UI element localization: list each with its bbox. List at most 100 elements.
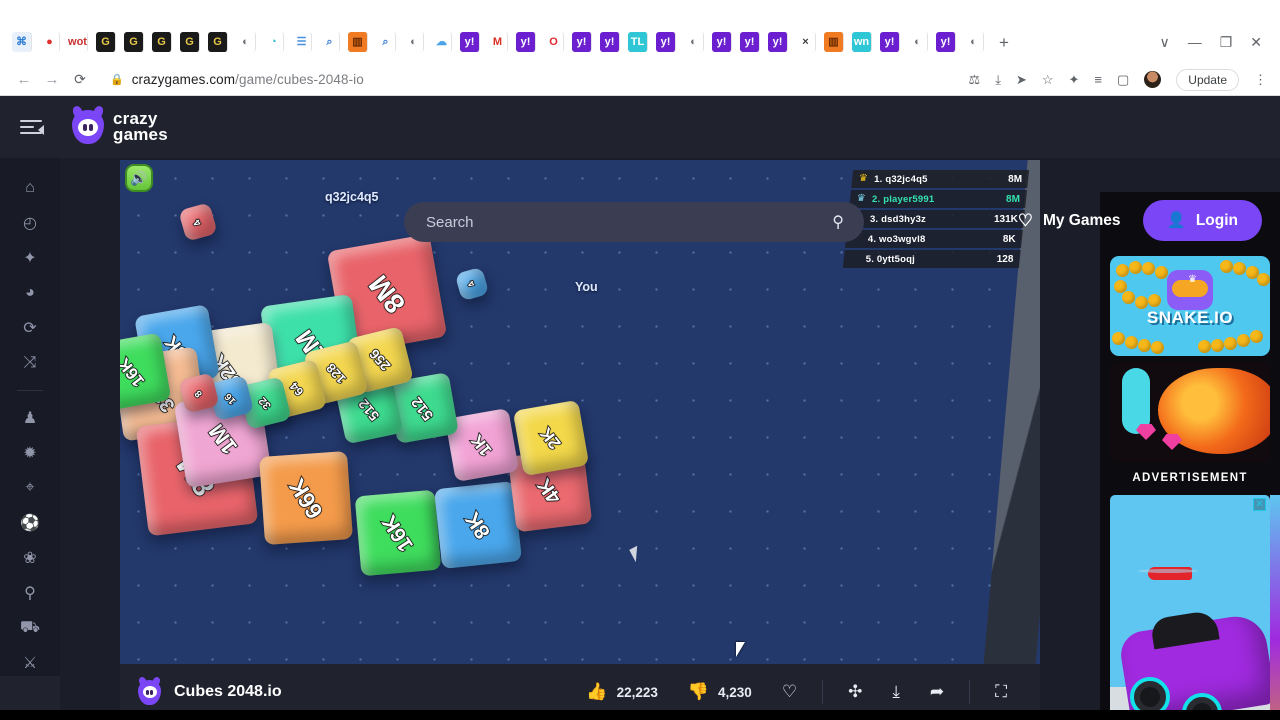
tab-yahoo-4[interactable]: y! [600,32,620,52]
tab-orange-app-2[interactable]: ▥ [824,32,844,52]
search-icon[interactable]: ⚲ [832,212,844,232]
dislike-button[interactable]: 👎 4,230 [673,682,767,702]
forward-icon[interactable]: → [38,71,66,88]
search-input[interactable] [404,213,833,231]
extensions-icon[interactable]: ✦ [1069,72,1080,88]
tab-g1[interactable]: G [96,32,116,52]
close-window-button[interactable]: ✕ [1250,34,1262,51]
tab-search-1[interactable]: ⌕ [320,32,340,52]
header-actions[interactable]: ♡ My Games 👤 Login [1018,200,1262,241]
tab-close-x[interactable]: × [796,32,816,52]
sidebar-bike[interactable]: ⚲ [17,581,43,605]
new-tab-button[interactable]: + [992,32,1016,52]
search-bar[interactable]: ⚲ [404,202,864,242]
side-panel-icon[interactable]: ▢ [1117,72,1129,88]
tab-teal-tl[interactable]: TL [628,32,648,52]
profile-avatar[interactable] [1144,71,1162,88]
browser-menu-icon[interactable]: ⋮ [1254,72,1267,88]
tab-cloud[interactable]: ☁ [432,32,452,52]
tab-search-icon[interactable]: ∨ [1159,34,1169,51]
browser-address-bar[interactable]: ← → ⟳ 🔒 crazygames.com/game/cubes-2048-i… [0,64,1280,96]
tab-settings-blue[interactable]: ⌘ [12,32,32,52]
tab-g3[interactable]: G [152,32,172,52]
close-ad-icon[interactable]: ✕ [1253,498,1266,511]
sidebar-new[interactable]: ✦ [17,246,43,270]
sidebar-recent[interactable]: ◴ [17,211,43,235]
tab-wn[interactable]: wn [852,32,872,52]
like-button[interactable]: 👍 22,223 [571,682,672,702]
fullscreen-button[interactable]: ⛶ [980,682,1022,702]
omnibox-actions[interactable]: ⚖ ⤓ ➤ ☆ ✦ ≡ ▢ Update ⋮ [969,68,1270,91]
sidebar-random[interactable]: ⤨ [17,351,43,375]
tab-yahoo-7[interactable]: y! [740,32,760,52]
maximize-button[interactable]: ❐ [1220,34,1233,51]
sidebar-casual[interactable]: ⚔ [17,651,43,675]
lock-icon: 🔒 [110,74,124,86]
page-actions-icon[interactable]: ⚖ [969,72,981,88]
tab-globe-2[interactable]: ◐ [404,32,424,52]
browser-tabstrip[interactable]: ⌘ ● wot G G G G G ◐ ◔ ☰ ⌕ ▥ ⌕ ◐ ☁ y! My! Oy! y! TL y! ◐ y! y! y! ×… [0,20,1280,64]
tab-water-drop[interactable]: ◔ [264,32,284,52]
tab-globe-1[interactable]: ◐ [236,32,256,52]
category-sidebar[interactable]: ⌂◴✦◕⟳⤨♟✹⌖⚽❀⚲⛟⚔✉ [0,158,60,720]
bookmark-star-icon[interactable]: ☆ [1042,72,1054,88]
tab-yahoo-6[interactable]: y! [712,32,732,52]
install-button[interactable]: ⤓ [877,682,915,702]
update-button[interactable]: Update [1176,68,1239,91]
game-canvas[interactable]: 🔊 q32jc4q5 You 8M1M262K8K33K16K424 8M1M6… [120,160,1040,720]
share-icon[interactable]: ➤ [1016,72,1027,88]
tab-yahoo-1[interactable]: y! [460,32,480,52]
window-controls[interactable]: ∨ — ❐ ✕ [1159,20,1276,64]
back-icon[interactable]: ← [10,71,38,88]
tab-opera[interactable]: O [544,32,564,52]
menu-collapse-arrow-icon[interactable] [38,125,44,135]
login-button[interactable]: 👤 Login [1142,200,1262,241]
sidebar-basketball[interactable]: ⚽ [17,511,43,535]
sidebar-beauty[interactable]: ❀ [17,546,43,570]
tab-globe-3[interactable]: ◐ [684,32,704,52]
sidebar-adventure[interactable]: ⌖ [17,476,43,500]
tab-yahoo-2[interactable]: y! [516,32,536,52]
reading-list-icon[interactable]: ≡ [1094,72,1102,87]
tab-yahoo-9[interactable]: y! [880,32,900,52]
url-domain: crazygames.com [131,72,236,87]
tab-yahoo-3[interactable]: y! [572,32,592,52]
tab-g2[interactable]: G [124,32,144,52]
tab-search-2[interactable]: ⌕ [376,32,396,52]
tab-g5[interactable]: G [208,32,228,52]
sound-toggle-button[interactable]: 🔊 [125,164,153,192]
tab-wot[interactable]: wot [68,32,88,52]
tab-g4[interactable]: G [180,32,200,52]
menu-toggle-icon[interactable] [20,120,50,134]
tab-orange-app[interactable]: ▥ [348,32,368,52]
tab-document[interactable]: ☰ [292,32,312,52]
tab-globe-4[interactable]: ◐ [908,32,928,52]
sidebar-two-player[interactable]: ♟ [17,406,43,430]
fire-snake-ad[interactable] [1110,362,1270,462]
tab-yahoo-8[interactable]: y! [768,32,788,52]
tab-yahoo-10[interactable]: y! [936,32,956,52]
tab-globe-5[interactable]: ◐ [964,32,984,52]
url-text[interactable]: crazygames.com/game/cubes-2048-io [132,72,364,87]
heart-icon: ♡ [781,682,798,701]
sidebar-trending[interactable]: ◕ [17,281,43,305]
sidebar-action[interactable]: ✹ [17,441,43,465]
downloads-icon[interactable]: ⤓ [995,72,1001,88]
sidebar-car[interactable]: ⛟ [17,616,43,640]
tab-gmail[interactable]: M [488,32,508,52]
gamepad-button[interactable]: ✣ [833,682,877,702]
site-logo[interactable]: crazy games [72,110,168,144]
reload-icon[interactable]: ⟳ [66,71,94,88]
favorite-button[interactable]: ♡ [767,682,812,702]
sidebar-home[interactable]: ⌂ [17,176,43,200]
share-game-button[interactable]: ➦ [915,682,959,702]
dash-game-ad[interactable]: ✕ DashCraft Dash [1110,495,1270,720]
snake-io-ad[interactable]: ♛ SNAKE.IO [1110,256,1270,356]
tab-red-circle[interactable]: ● [40,32,60,52]
tab-yahoo-5[interactable]: y! [656,32,676,52]
game-logo-icon [138,679,161,705]
my-games-button[interactable]: ♡ My Games [1018,211,1121,231]
minimize-button[interactable]: — [1188,34,1202,50]
sidebar-updated[interactable]: ⟳ [17,316,43,340]
game-action-buttons[interactable]: 👍 22,223 👎 4,230 ♡ ✣ ⤓ ➦ ⛶ [571,680,1040,704]
